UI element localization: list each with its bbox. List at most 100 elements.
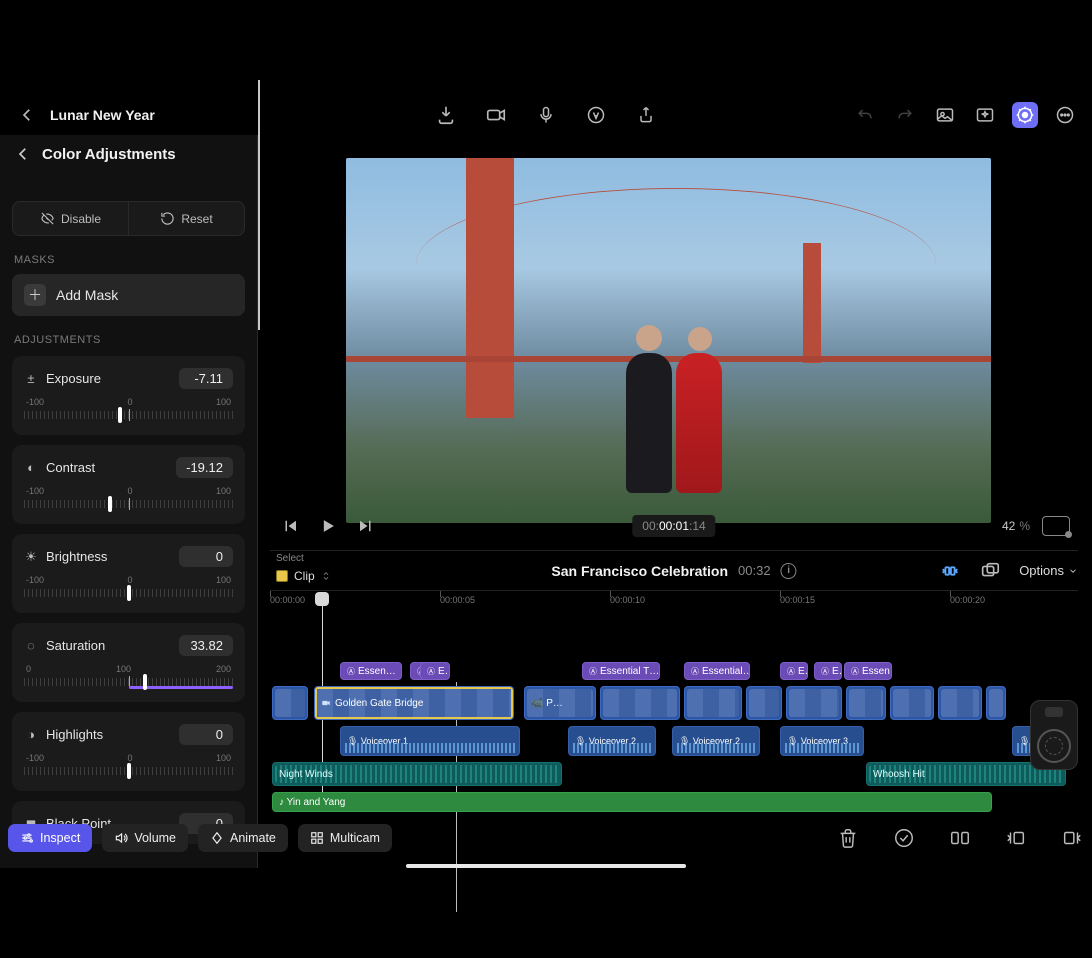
adj-value[interactable]: -19.12 (176, 457, 233, 478)
adj-icon: ◌ (24, 639, 38, 653)
trim-start-button[interactable] (1004, 826, 1028, 850)
eye-off-icon (40, 211, 55, 226)
sfx-track[interactable]: Night WindsWhoosh Hit (270, 762, 1092, 786)
voiceover-clip[interactable]: 🎙 Voiceover 3 (780, 726, 864, 756)
music-clip[interactable]: ♪ Yin and Yang (272, 792, 992, 812)
animate-tab[interactable]: Animate (198, 824, 288, 852)
add-mask-button[interactable]: ＋ Add Mask (12, 274, 245, 316)
voiceover-track[interactable]: 🎙 Voiceover 1 🎙 Voiceover 2 🎙 Voiceover 2 🎙… (270, 726, 1092, 756)
titles-track[interactable]: ⒶEssen…ⒶE…ⒶE…ⒶEssential T…ⒶEssential…ⒶE…… (270, 662, 1092, 680)
next-frame-button[interactable] (356, 516, 376, 536)
multicam-tab[interactable]: Multicam (298, 824, 392, 852)
play-button[interactable] (318, 516, 338, 536)
options-menu[interactable]: Options (1019, 563, 1078, 578)
voiceover-clip[interactable]: 🎙 Voiceover 1 (340, 726, 520, 756)
volume-tab[interactable]: Volume (102, 824, 188, 852)
adj-slider[interactable]: -1000100 (24, 575, 233, 603)
adjustment-highlights: ◑Highlights 0 -1000100 (12, 712, 245, 791)
video-clip-selected[interactable]: Golden Gate Bridge (314, 686, 514, 720)
timeline-tracks[interactable]: ⒶEssen…ⒶE…ⒶE…ⒶEssential T…ⒶEssential…ⒶE…… (270, 612, 1092, 836)
ruler-mark: 00:00:05 (440, 595, 475, 605)
fit-to-screen-button[interactable] (1042, 516, 1070, 536)
title-clip[interactable]: ⒶE… (814, 662, 842, 680)
adj-slider[interactable]: 0100200 (24, 664, 233, 692)
reset-button[interactable]: Reset (128, 202, 244, 235)
adj-slider[interactable]: -1000100 (24, 753, 233, 781)
adj-value[interactable]: 0 (179, 546, 233, 567)
video-clip[interactable] (846, 686, 886, 720)
ruler-mark: 00:00:00 (270, 595, 305, 605)
adjustment-saturation: ◌ Saturation 33.82 0100200 (12, 623, 245, 702)
magnetic-icon[interactable] (939, 560, 961, 582)
inspector-icon[interactable] (1012, 102, 1038, 128)
timeline-ruler[interactable]: 00:00:0000:00:0500:00:1000:00:1500:00:20 (270, 590, 1078, 612)
title-clip[interactable]: ⒶEssen… (340, 662, 402, 680)
jog-wheel[interactable] (1030, 700, 1078, 770)
more-icon[interactable] (1052, 102, 1078, 128)
home-indicator (406, 864, 686, 868)
scope-selector[interactable]: Clip (276, 569, 331, 583)
inspect-tab[interactable]: Inspect (8, 824, 92, 852)
music-track[interactable]: ♪ Yin and Yang (270, 792, 1092, 812)
audio-clip[interactable]: Night Winds (272, 762, 562, 786)
adj-value[interactable]: -7.11 (179, 368, 233, 389)
preview-canvas[interactable] (346, 158, 991, 523)
panel-back-icon[interactable] (14, 145, 32, 163)
undo-icon[interactable] (852, 102, 878, 128)
enable-button[interactable] (892, 826, 916, 850)
trim-end-button[interactable] (1060, 826, 1084, 850)
disable-button[interactable]: Disable (13, 202, 128, 235)
adjustment-contrast: ◐Contrast -19.12 -1000100 (12, 445, 245, 524)
share-icon[interactable] (633, 102, 659, 128)
clip-swatch-icon (276, 570, 288, 582)
chevron-updown-icon (321, 571, 331, 581)
timecode-display[interactable]: 00:00:01:14 (632, 515, 715, 537)
voiceover-clip[interactable]: 🎙 Voiceover 2 (568, 726, 656, 756)
playhead[interactable] (315, 592, 329, 606)
back-button[interactable] (14, 102, 40, 128)
title-clip[interactable]: ⒶEssen… (844, 662, 892, 680)
zoom-display[interactable]: 42% (1002, 519, 1030, 533)
import-icon[interactable] (433, 102, 459, 128)
title-clip[interactable]: ⒶEssential… (684, 662, 750, 680)
video-track[interactable]: Golden Gate Bridge 📹 P… (270, 686, 1092, 720)
video-clip[interactable] (786, 686, 842, 720)
split-button[interactable] (948, 826, 972, 850)
adj-icon: ◐ (24, 461, 38, 475)
adj-label: Highlights (46, 727, 103, 742)
video-clip[interactable] (684, 686, 742, 720)
adj-value[interactable]: 33.82 (179, 635, 233, 656)
adj-slider[interactable]: -1000100 (24, 486, 233, 514)
transport-bar: 00:00:01:14 42% (270, 508, 1078, 544)
overwrite-icon[interactable] (979, 560, 1001, 582)
video-clip[interactable]: 📹 P… (524, 686, 596, 720)
video-clip[interactable] (986, 686, 1006, 720)
delete-button[interactable] (836, 826, 860, 850)
project-title: Lunar New Year (50, 107, 155, 123)
redo-icon[interactable] (892, 102, 918, 128)
adj-slider[interactable]: -1000100 (24, 397, 233, 425)
ruler-mark: 00:00:10 (610, 595, 645, 605)
title-clip[interactable]: ⒶE… (780, 662, 808, 680)
voiceover-icon[interactable] (533, 102, 559, 128)
panel-title: Color Adjustments (42, 146, 176, 163)
camera-icon[interactable] (483, 102, 509, 128)
chevron-down-icon (1068, 566, 1078, 576)
video-clip[interactable] (600, 686, 680, 720)
title-clip[interactable]: ⒶEssential T… (582, 662, 660, 680)
voiceover-clip[interactable]: 🎙 Voiceover 2 (672, 726, 760, 756)
adj-value[interactable]: 0 (179, 724, 233, 745)
video-clip[interactable] (746, 686, 782, 720)
adj-label: Saturation (46, 638, 105, 653)
grid-icon (310, 831, 324, 845)
prev-frame-button[interactable] (280, 516, 300, 536)
timeline-title: San Francisco Celebration (551, 563, 728, 579)
video-clip[interactable] (890, 686, 934, 720)
media-icon[interactable] (932, 102, 958, 128)
video-clip[interactable] (938, 686, 982, 720)
video-clip[interactable] (272, 686, 308, 720)
info-icon[interactable]: i (781, 563, 797, 579)
titles-icon[interactable] (583, 102, 609, 128)
effects-icon[interactable] (972, 102, 998, 128)
title-clip[interactable]: ⒶE… (420, 662, 450, 680)
